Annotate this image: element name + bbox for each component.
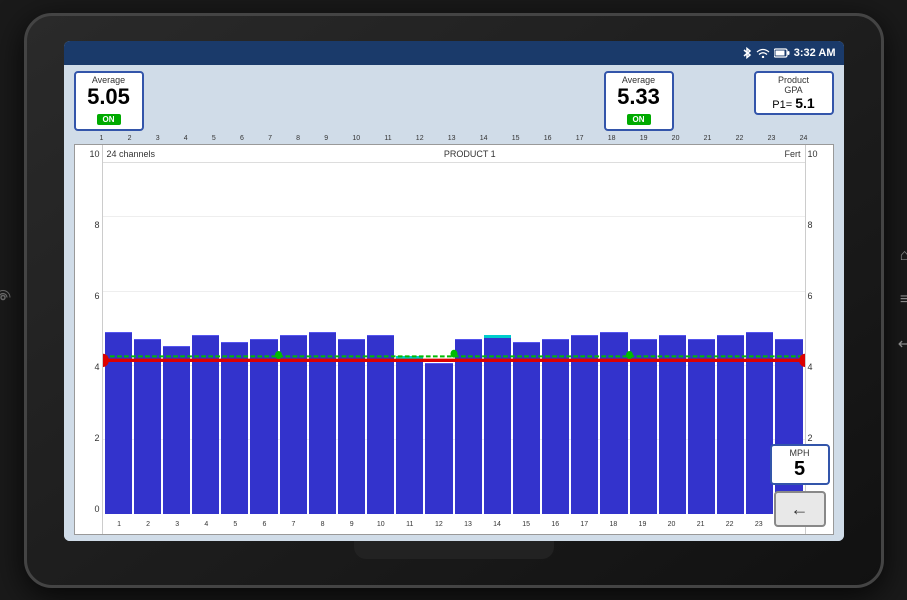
bar-chart: 10 8 6 4 2 0 24 channels PRODUCT 1 Fer: [74, 144, 834, 535]
channel-count-label: 24 channels: [107, 149, 156, 159]
main-content: Average 5.05 ON Average 5.33 ON Product …: [64, 65, 844, 541]
bar-11: [396, 356, 423, 514]
clock-time: 3:32 AM: [794, 47, 836, 59]
bars-container: [103, 163, 805, 514]
avg1-on-badge: ON: [97, 114, 121, 125]
avg1-value: 5.05: [84, 85, 134, 109]
tablet-screen: 3:32 AM Average 5.05 ON Average 5.33 O: [64, 41, 844, 541]
average-2-box: Average 5.33 ON: [604, 71, 674, 131]
status-bar: 3:32 AM: [64, 41, 844, 65]
p1-value: 5.1: [795, 95, 814, 111]
product-gpa-title1: Product: [764, 75, 824, 85]
product-gpa-box: Product GPA P1= 5.1: [754, 71, 834, 115]
side-navigation: ⌂ ≡ ↩: [891, 242, 907, 358]
battery-icon: [774, 48, 790, 58]
mph-label: MPH: [782, 448, 818, 458]
channel-labels-row: 24 channels PRODUCT 1 Fert: [103, 145, 805, 163]
bar-3: [163, 346, 190, 514]
bar-10: [367, 335, 394, 514]
status-icons: 3:32 AM: [742, 47, 836, 59]
fert-label: Fert: [784, 149, 800, 159]
bar-18: [600, 332, 627, 514]
tablet-stand: [354, 539, 554, 559]
chart-bars-area: 1 2 3 4 5 6 7 8 9 10 11: [103, 163, 805, 534]
bar-20: [659, 335, 686, 514]
mph-box: MPH 5: [770, 444, 830, 485]
bar-15: [513, 342, 540, 514]
bar-13: [455, 339, 482, 514]
bar-4: [192, 335, 219, 514]
bar-12: [425, 363, 452, 514]
tablet-device: ⌂ ≡ ↩: [24, 13, 884, 588]
menu-button[interactable]: ≡: [891, 286, 907, 314]
product-gpa-title2: GPA: [764, 85, 824, 95]
chart-main-area: 24 channels PRODUCT 1 Fert: [103, 145, 805, 534]
bar-16: [542, 339, 569, 514]
x-axis-labels: 1 2 3 4 5 6 7 8 9 10 11: [103, 514, 805, 534]
back-button[interactable]: ←: [774, 491, 826, 527]
bar-2: [134, 339, 161, 514]
bar-5: [221, 342, 248, 514]
home-button[interactable]: ⌂: [891, 242, 907, 270]
bar-7: [280, 335, 307, 514]
bar-8: [309, 332, 336, 514]
y-axis-left: 10 8 6 4 2 0: [75, 145, 103, 534]
bar-6: [250, 339, 277, 514]
product-label: PRODUCT 1: [444, 149, 496, 159]
nfc-icon: [0, 288, 13, 313]
bluetooth-icon: [742, 47, 752, 59]
right-controls: MPH 5 ←: [770, 444, 830, 527]
bar-21: [688, 339, 715, 514]
bar-17: [571, 335, 598, 514]
avg2-value: 5.33: [614, 85, 664, 109]
bar-22: [717, 335, 744, 514]
bar-1: [105, 332, 132, 514]
bar-9: [338, 339, 365, 514]
top-number-row: 1 2 3 4 5 6 7 8 9 10 11 12 13 14 15 16 1…: [70, 135, 838, 142]
average-1-box: Average 5.05 ON: [74, 71, 144, 131]
back-nav-button[interactable]: ↩: [891, 330, 907, 358]
avg2-on-badge: ON: [627, 114, 651, 125]
p1-label: P1=: [772, 99, 792, 111]
bar-14: [484, 335, 511, 514]
bar-19: [630, 339, 657, 514]
wifi-icon: [756, 48, 770, 58]
top-info-row: Average 5.05 ON Average 5.33 ON Product …: [70, 71, 838, 131]
mph-value: 5: [782, 458, 818, 481]
